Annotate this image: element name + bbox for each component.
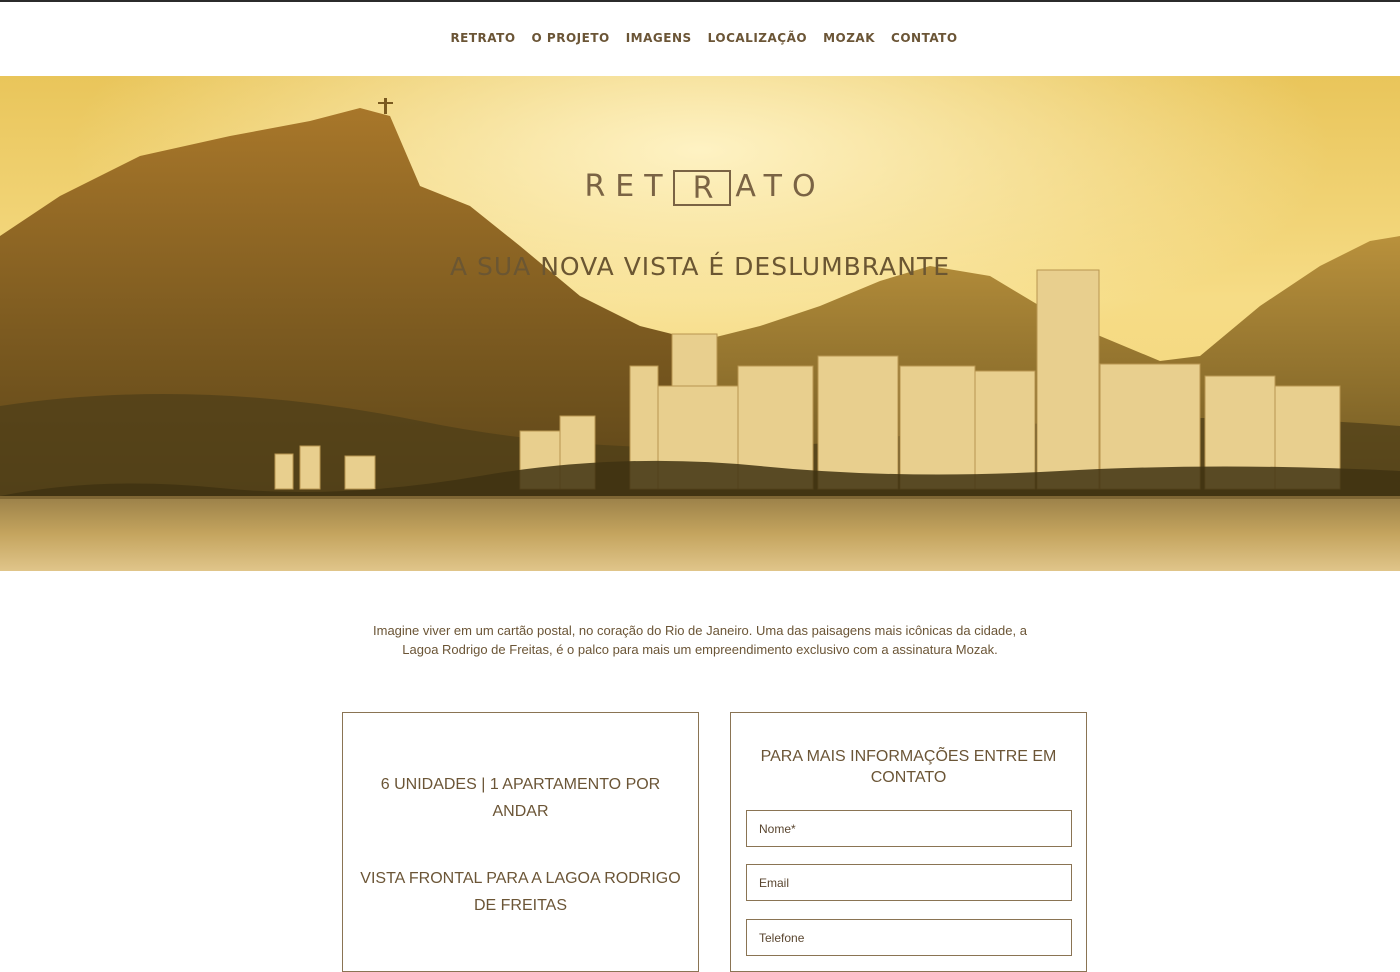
feature-view: VISTA FRONTAL PARA A LAGOA RODRIGO DE FR… bbox=[360, 870, 681, 914]
nav-item-mozak[interactable]: MOZAK bbox=[823, 31, 875, 45]
hero-tagline: A SUA NOVA VISTA É DESLUMBRANTE bbox=[449, 252, 951, 281]
logo-boxed-letter: R bbox=[672, 169, 732, 206]
hero-landscape-image bbox=[0, 76, 1400, 571]
logo-text-left: RET bbox=[584, 169, 673, 204]
nav-item-imagens[interactable]: IMAGENS bbox=[626, 31, 692, 45]
nav-item-localizacao[interactable]: LOCALIZAÇÃO bbox=[708, 31, 807, 45]
contact-form-card: PARA MAIS INFORMAÇÕES ENTRE EM CONTATO bbox=[730, 712, 1087, 972]
features-card: 6 UNIDADES | 1 APARTAMENTO POR ANDAR VIS… bbox=[342, 712, 699, 972]
main-nav: RETRATO O PROJETO IMAGENS LOCALIZAÇÃO MO… bbox=[0, 0, 1400, 76]
name-field[interactable] bbox=[746, 810, 1072, 847]
retrato-logo: RET R ATO bbox=[0, 169, 1400, 206]
phone-field[interactable] bbox=[746, 919, 1072, 956]
intro-line-1: Imagine viver em um cartão postal, no co… bbox=[373, 623, 1027, 638]
email-field[interactable] bbox=[746, 864, 1072, 901]
intro-paragraph: Imagine viver em um cartão postal, no co… bbox=[340, 621, 1060, 659]
logo-text-right: ATO bbox=[735, 169, 826, 204]
feature-units: 6 UNIDADES | 1 APARTAMENTO POR ANDAR bbox=[380, 776, 661, 820]
nav-item-o-projeto[interactable]: O PROJETO bbox=[532, 31, 610, 45]
hero-banner: RET R ATO A SUA NOVA VISTA É DESLUMBRANTE bbox=[0, 76, 1400, 571]
intro-line-2: Lagoa Rodrigo de Freitas, é o palco para… bbox=[402, 642, 998, 657]
nav-item-retrato[interactable]: RETRATO bbox=[450, 31, 515, 45]
nav-item-contato[interactable]: CONTATO bbox=[891, 31, 958, 45]
contact-form-title: PARA MAIS INFORMAÇÕES ENTRE EM CONTATO bbox=[760, 748, 1057, 786]
